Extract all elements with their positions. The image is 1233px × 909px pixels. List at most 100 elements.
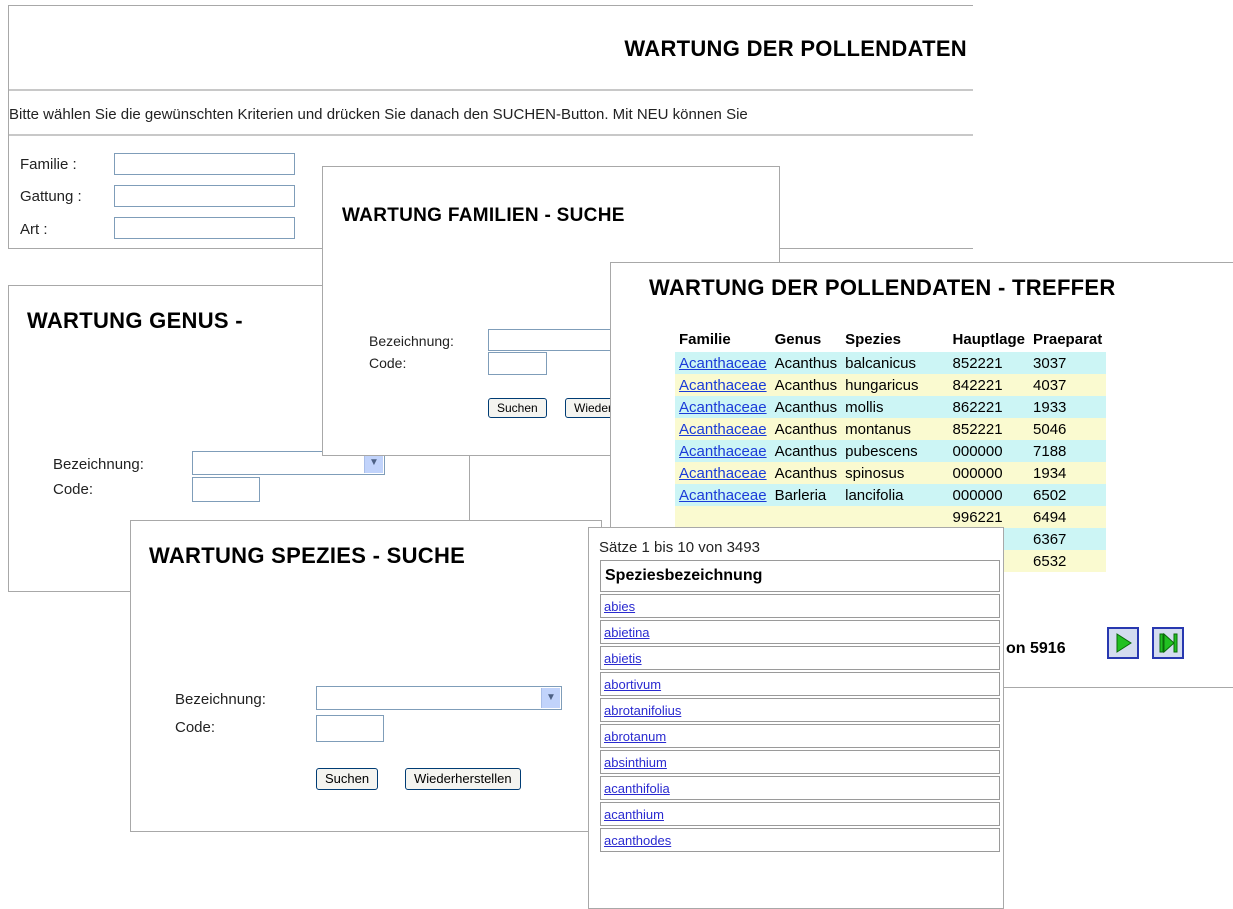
- cell-genus: Acanthus: [770, 374, 842, 396]
- cell-praeparat: 6502: [1029, 484, 1107, 506]
- cell-praeparat: 3037: [1029, 352, 1107, 374]
- cell-hauptlage: 852221: [948, 352, 1030, 374]
- list-item: abies: [600, 594, 1000, 618]
- cell-praeparat: 1933: [1029, 396, 1107, 418]
- cell-spezies: hungaricus: [841, 374, 949, 396]
- cell-familie: [675, 506, 771, 528]
- cell-familie[interactable]: Acanthaceae: [675, 418, 771, 440]
- cell-genus: Acanthus: [770, 352, 842, 374]
- table-row: Acanthaceae Barleria lancifolia 000000 6502: [675, 484, 1107, 506]
- familie-label: Familie :: [20, 156, 77, 173]
- cell-spezies: montanus: [841, 418, 949, 440]
- cell-familie[interactable]: Acanthaceae: [675, 352, 771, 374]
- spezies-link[interactable]: acanthifolia: [604, 781, 670, 796]
- cell-familie[interactable]: Acanthaceae: [675, 462, 771, 484]
- cell-hauptlage: 842221: [948, 374, 1030, 396]
- skip-to-end-icon: [1159, 632, 1178, 654]
- cell-praeparat: 5046: [1029, 418, 1107, 440]
- cell-praeparat: 1934: [1029, 462, 1107, 484]
- cell-praeparat: 7188: [1029, 440, 1107, 462]
- cell-hauptlage: 996221: [948, 506, 1030, 528]
- genus-code-input[interactable]: [192, 477, 260, 502]
- chevron-down-icon[interactable]: ▼: [364, 453, 383, 473]
- table-row: Acanthaceae Acanthus hungaricus 842221 4037: [675, 374, 1107, 396]
- cell-familie[interactable]: Acanthaceae: [675, 440, 771, 462]
- list-item: absinthium: [600, 750, 1000, 774]
- cell-spezies: mollis: [841, 396, 949, 418]
- familie-link[interactable]: Acanthaceae: [679, 421, 767, 438]
- result-count-text: on 5916: [1006, 640, 1066, 657]
- chevron-down-icon[interactable]: ▼: [541, 688, 560, 708]
- spezies-cell[interactable]: abortivum: [600, 672, 1000, 696]
- cell-genus: Acanthus: [770, 418, 842, 440]
- column-header-praeparat[interactable]: Praeparat: [1029, 329, 1106, 352]
- familien-search-button[interactable]: Suchen: [488, 398, 547, 418]
- column-header-spezies[interactable]: Spezies: [841, 329, 948, 352]
- familie-link[interactable]: Acanthaceae: [679, 355, 767, 372]
- cell-hauptlage: 852221: [948, 418, 1030, 440]
- list-item: acanthodes: [600, 828, 1000, 852]
- table-row: 996221 6494: [675, 506, 1107, 528]
- spezies-link[interactable]: abrotanum: [604, 729, 666, 744]
- familien-bezeichnung-input[interactable]: [488, 329, 628, 351]
- spezies-cell[interactable]: abies: [600, 594, 1000, 618]
- spezies-code-input[interactable]: [316, 715, 384, 742]
- familie-link[interactable]: Acanthaceae: [679, 487, 767, 504]
- results-header-row: Familie Genus Spezies Hauptlage Praepara…: [675, 329, 1106, 352]
- art-input[interactable]: [114, 217, 295, 239]
- spezies-cell[interactable]: abietina: [600, 620, 1000, 644]
- instructions-text: Bitte wählen Sie die gewünschten Kriteri…: [9, 106, 748, 123]
- spezies-link[interactable]: absinthium: [604, 755, 667, 770]
- cell-spezies: pubescens: [841, 440, 949, 462]
- familie-link[interactable]: Acanthaceae: [679, 399, 767, 416]
- cell-genus: Acanthus: [770, 462, 842, 484]
- spezies-cell[interactable]: acanthifolia: [600, 776, 1000, 800]
- cell-genus: Acanthus: [770, 440, 842, 462]
- spezies-link[interactable]: abortivum: [604, 677, 661, 692]
- cell-familie[interactable]: Acanthaceae: [675, 374, 771, 396]
- spezies-link[interactable]: abrotanifolius: [604, 703, 681, 718]
- column-header-genus[interactable]: Genus: [771, 329, 842, 352]
- spezies-column-header: Speziesbezeichnung: [600, 560, 1000, 592]
- spezies-search-button[interactable]: Suchen: [316, 768, 379, 790]
- cell-familie[interactable]: Acanthaceae: [675, 396, 771, 418]
- next-page-button[interactable]: [1107, 627, 1139, 659]
- gattung-input[interactable]: [114, 185, 295, 207]
- familie-link[interactable]: Acanthaceae: [679, 377, 767, 394]
- table-row: Acanthaceae Acanthus pubescens 000000 7188: [675, 440, 1107, 462]
- list-item: acanthium: [600, 802, 1000, 826]
- spezies-link[interactable]: abietis: [604, 651, 642, 666]
- spezies-cell[interactable]: absinthium: [600, 750, 1000, 774]
- list-item: abietis: [600, 646, 1000, 670]
- spezies-cell[interactable]: abietis: [600, 646, 1000, 670]
- familie-link[interactable]: Acanthaceae: [679, 443, 767, 460]
- familie-input[interactable]: [114, 153, 295, 175]
- cell-familie[interactable]: Acanthaceae: [675, 484, 771, 506]
- spezies-cell[interactable]: acanthodes: [600, 828, 1000, 852]
- spezies-bezeichnung-select[interactable]: ▼: [316, 686, 562, 710]
- genus-bezeichnung-label: Bezeichnung:: [53, 456, 144, 473]
- spezies-link[interactable]: acanthodes: [604, 833, 671, 848]
- spezies-header-row: Speziesbezeichnung: [600, 560, 1000, 592]
- cell-spezies: lancifolia: [841, 484, 949, 506]
- familien-code-input[interactable]: [488, 352, 547, 375]
- spezies-link[interactable]: acanthium: [604, 807, 664, 822]
- spezies-restore-button[interactable]: Wiederherstellen: [405, 768, 521, 790]
- spezies-code-label: Code:: [175, 719, 216, 736]
- table-row: Acanthaceae Acanthus spinosus 000000 1934: [675, 462, 1107, 484]
- list-item: abrotanifolius: [600, 698, 1000, 722]
- column-header-familie[interactable]: Familie: [675, 329, 771, 352]
- last-page-button[interactable]: [1152, 627, 1184, 659]
- spezies-cell[interactable]: abrotanum: [600, 724, 1000, 748]
- spezies-link[interactable]: abies: [604, 599, 635, 614]
- cell-hauptlage: 862221: [948, 396, 1030, 418]
- spezies-cell[interactable]: abrotanifolius: [600, 698, 1000, 722]
- list-item: abrotanum: [600, 724, 1000, 748]
- spezies-link[interactable]: abietina: [604, 625, 650, 640]
- cell-spezies: [841, 506, 949, 528]
- familie-link[interactable]: Acanthaceae: [679, 465, 767, 482]
- spezies-cell[interactable]: acanthium: [600, 802, 1000, 826]
- cell-praeparat: 6367: [1029, 528, 1107, 550]
- spezies-table: Speziesbezeichnung abies abietina abietis a…: [600, 558, 1000, 854]
- column-header-hauptlage[interactable]: Hauptlage: [949, 329, 1030, 352]
